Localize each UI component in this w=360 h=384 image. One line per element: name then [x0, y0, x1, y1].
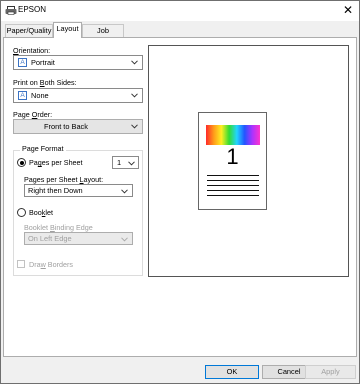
apply-button[interactable]: Apply [305, 365, 356, 379]
print-both-sides-value: None [31, 91, 49, 100]
orientation-value: Portrait [31, 58, 55, 67]
draw-borders-label: Draw Borders [29, 260, 73, 269]
close-icon: ✕ [342, 3, 354, 17]
tab-job-settings[interactable]: Job Settings [82, 24, 124, 47]
window-title: EPSON [18, 5, 47, 14]
text-line [207, 180, 259, 181]
booklet-radio[interactable] [17, 208, 26, 217]
page-format-title: Page Format [20, 144, 66, 153]
text-line [207, 190, 259, 191]
text-line [207, 185, 259, 186]
text-line [207, 175, 259, 176]
draw-borders-checkbox[interactable] [17, 260, 25, 268]
print-both-sides-select[interactable]: A None [13, 88, 143, 103]
pages-per-sheet-label: Pages per Sheet [29, 158, 83, 167]
pages-per-sheet-value: 1 [117, 158, 122, 167]
ok-button[interactable]: OK [205, 365, 259, 379]
booklet-binding-edge-value: On Left Edge [28, 234, 72, 243]
title-bar [1, 1, 359, 21]
chevron-down-icon [121, 189, 128, 194]
duplex-icon: A [18, 91, 27, 100]
tab-paper-quality[interactable]: Paper/Quality [5, 24, 53, 37]
radio-selected-dot [19, 160, 24, 165]
printer-icon [5, 6, 17, 15]
preview-page-number: 1 [226, 144, 239, 169]
page-order-label: Page Order: [13, 110, 53, 119]
chevron-down-icon [131, 124, 138, 129]
tab-layout[interactable]: Layout [53, 22, 82, 38]
orientation-label: Orientation: [13, 46, 51, 55]
chevron-down-icon [121, 237, 128, 242]
chevron-down-icon [131, 93, 138, 98]
pages-per-sheet-select[interactable]: 1 [112, 156, 139, 169]
booklet-binding-edge-label: Booklet Binding Edge [24, 223, 93, 232]
pages-per-sheet-layout-select[interactable]: Right then Down [24, 184, 133, 197]
page-order-select[interactable]: Front to Back [13, 119, 143, 134]
chevron-down-icon [131, 60, 138, 65]
portrait-icon: A [18, 58, 27, 67]
pages-per-sheet-layout-label: Pages per Sheet Layout: [24, 175, 104, 184]
page-order-value: Front to Back [44, 122, 88, 131]
pages-per-sheet-layout-value: Right then Down [28, 186, 83, 195]
chevron-down-icon [128, 161, 135, 166]
orientation-select[interactable]: A Portrait [13, 55, 143, 70]
booklet-binding-edge-select[interactable]: On Left Edge [24, 232, 133, 245]
text-line [207, 195, 259, 196]
print-both-sides-label: Print on Both Sides: [13, 78, 77, 87]
close-button[interactable]: ✕ [340, 3, 356, 17]
color-bar-graphic [206, 125, 260, 145]
booklet-label: Booklet [29, 208, 53, 217]
pages-per-sheet-radio[interactable] [17, 158, 26, 167]
preview-page: 1 [198, 112, 267, 210]
